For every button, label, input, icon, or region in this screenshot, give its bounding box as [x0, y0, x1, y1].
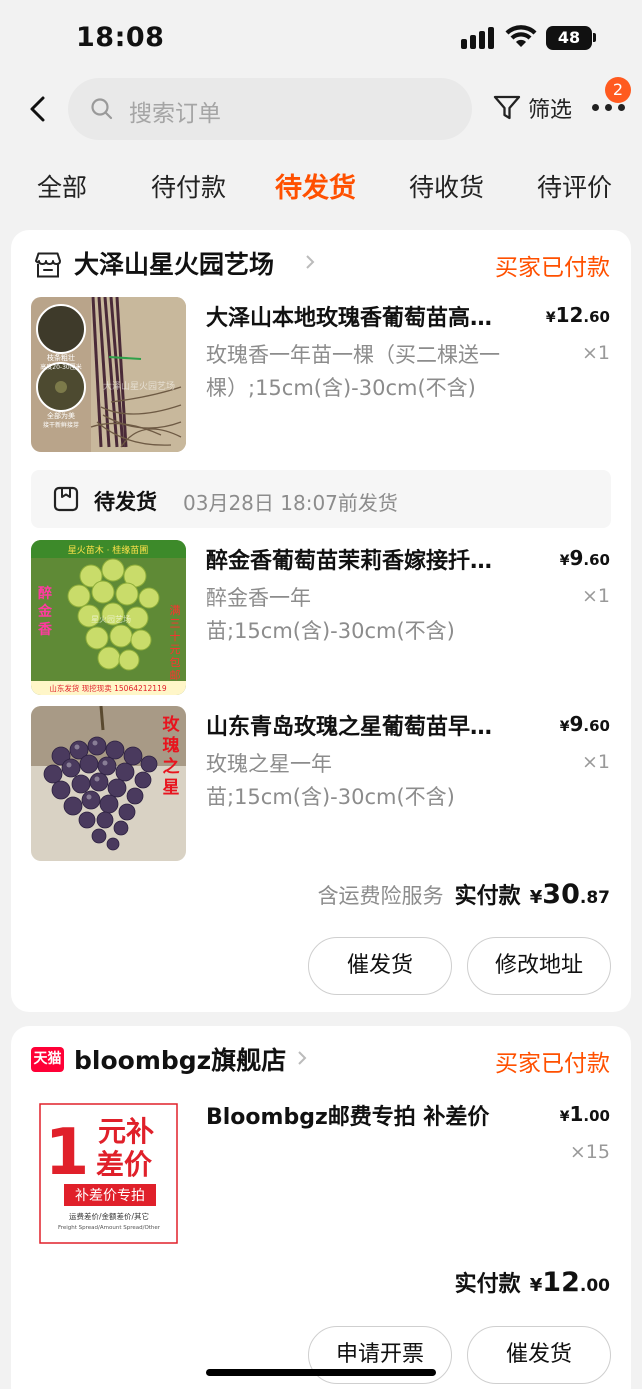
shipping-deadline: 03月28日 18:07前发货: [183, 491, 398, 515]
thumb-watermark: 大泽山星火园艺场: [103, 380, 175, 392]
thumb-label: 醉: [38, 585, 52, 602]
urge-shipment-button[interactable]: 催发货: [308, 937, 452, 995]
tab-pending-receipt[interactable]: 待收货: [409, 168, 484, 204]
tab-pending-review[interactable]: 待评价: [537, 168, 612, 204]
thumb-label: 运费差价/金额差价/其它: [69, 1211, 149, 1221]
thumb-label: 香: [37, 621, 53, 638]
top-bar: 搜索订单 筛选: [0, 76, 642, 142]
tab-all[interactable]: 全部: [37, 168, 87, 204]
thumb-label: 玫: [163, 714, 181, 735]
change-address-button[interactable]: 修改地址: [467, 937, 611, 995]
order-item[interactable]: 玫 瑰 之 星 山东青岛玫瑰之星葡萄苗早… 玫瑰之星一年苗;15cm(含)-30…: [11, 706, 631, 864]
order-status: 买家已付款: [495, 1051, 610, 1077]
product-image: 1 元补 差价 补差价专拍 运费差价/金额差价/其它 Freight Sprea…: [31, 1096, 186, 1251]
shop-name[interactable]: bloombgz旗舰店: [74, 1041, 286, 1077]
thumb-label: 满: [170, 604, 181, 617]
thumb-label: 全部为美: [47, 411, 75, 420]
product-quantity: ×1: [581, 585, 610, 607]
back-arrow-icon[interactable]: [24, 94, 52, 124]
thumb-label: 金: [37, 603, 53, 620]
store-icon: [35, 252, 61, 278]
chevron-right-icon: [298, 1051, 307, 1065]
order-card[interactable]: 天猫 bloombgz旗舰店 买家已付款 1 元补 差价 补差价专拍 运费差价/…: [11, 1026, 631, 1389]
chevron-right-icon: [306, 255, 315, 269]
order-tabs: 全部 待付款 待发货 待收货 待评价: [0, 160, 642, 210]
search-icon: [91, 98, 113, 120]
product-price: ¥9.60: [559, 712, 610, 736]
tab-pending-shipment[interactable]: 待发货: [275, 166, 356, 205]
thumb-label: 之: [163, 756, 180, 777]
product-title[interactable]: Bloombgz邮费专拍 补差价: [206, 1099, 534, 1131]
tmall-badge: 天猫: [31, 1047, 64, 1072]
product-price: ¥9.60: [559, 546, 610, 570]
search-input[interactable]: 搜索订单: [68, 78, 472, 140]
filter-icon: [493, 95, 521, 120]
thumb-big-number: 1: [45, 1116, 90, 1190]
product-quantity: ×15: [569, 1141, 610, 1163]
thumb-label: 接干新鲜接芽: [43, 421, 79, 429]
thumb-band: 补差价专拍: [75, 1188, 145, 1204]
total-label: 实付款: [454, 1272, 521, 1297]
thumb-label: 高度20-30厘米: [40, 363, 81, 371]
thumb-footer: 山东发货 现挖现卖 15064212119: [49, 683, 166, 693]
order-card[interactable]: 大泽山星火园艺场 买家已付款 枝条粗壮 高度20-30厘米 全部为美 接干新鲜接…: [11, 230, 631, 1012]
notification-badge: 2: [605, 77, 631, 103]
thumb-label: 星: [163, 778, 180, 798]
thumb-label: 邮: [170, 669, 181, 682]
product-image: 玫 瑰 之 星: [31, 706, 186, 861]
product-spec: 醉金香一年苗;15cm(含)-30cm(不含): [206, 586, 455, 643]
product-title[interactable]: 大泽山本地玫瑰香葡萄苗高…: [206, 300, 534, 332]
product-title[interactable]: 醉金香葡萄苗茉莉香嫁接扦…: [206, 543, 534, 575]
package-icon: [53, 486, 79, 512]
thumb-banner: 星火苗木 · 桂缘苗圃: [68, 544, 149, 556]
filter-label: 筛选: [528, 98, 573, 123]
order-status: 买家已付款: [495, 255, 610, 281]
cellular-signal-icon: [461, 27, 495, 49]
product-spec: 玫瑰之星一年苗;15cm(含)-30cm(不含): [206, 752, 455, 809]
order-item[interactable]: 枝条粗壮 高度20-30厘米 全部为美 接干新鲜接芽 大泽山星火园艺场 大泽山本…: [11, 297, 631, 455]
shipping-status: 待发货: [94, 490, 157, 514]
status-bar: 18:08 48: [0, 0, 642, 76]
product-price: ¥1.00: [559, 1102, 610, 1126]
battery-indicator: 48: [546, 26, 592, 50]
home-indicator[interactable]: [206, 1369, 436, 1376]
filter-button[interactable]: 筛选: [492, 90, 584, 126]
total-label: 实付款: [454, 884, 521, 909]
thumb-label: Freight Spread/Amount Spread/Other: [58, 1225, 161, 1231]
product-price: ¥12.60: [545, 303, 610, 327]
shipping-insurance-note: 含运费险服务: [317, 884, 444, 908]
thumb-label: 瑰: [163, 735, 180, 756]
product-image: 星火苗木 · 桂缘苗圃 醉 金 香 满 三 十 元 包 邮 星火园艺场 山东发货…: [31, 540, 186, 695]
shop-name[interactable]: 大泽山星火园艺场: [74, 245, 274, 281]
order-item[interactable]: 星火苗木 · 桂缘苗圃 醉 金 香 满 三 十 元 包 邮 星火园艺场 山东发货…: [11, 540, 631, 698]
thumb-label: 差价: [96, 1148, 153, 1181]
order-item[interactable]: 1 元补 差价 补差价专拍 运费差价/金额差价/其它 Freight Sprea…: [11, 1096, 631, 1254]
thumb-label: 包: [170, 656, 181, 669]
urge-shipment-button[interactable]: 催发货: [467, 1326, 611, 1384]
product-quantity: ×1: [581, 751, 610, 773]
thumb-watermark: 星火园艺场: [91, 615, 131, 624]
tab-pending-payment[interactable]: 待付款: [151, 168, 226, 204]
thumb-label: 十: [170, 629, 181, 643]
wifi-icon: [505, 25, 537, 47]
order-total: 含运费险服务 实付款 ¥30.87: [317, 879, 610, 910]
shipping-banner[interactable]: 待发货 03月28日 18:07前发货: [31, 470, 611, 528]
product-spec: 玫瑰香一年苗一棵（买二棵送一棵）;15cm(含)-30cm(不含): [206, 343, 500, 400]
product-image: 枝条粗壮 高度20-30厘米 全部为美 接干新鲜接芽 大泽山星火园艺场: [31, 297, 186, 452]
search-placeholder: 搜索订单: [129, 101, 221, 127]
order-total: 实付款 ¥12.00: [454, 1267, 610, 1298]
thumb-label: 三: [170, 617, 181, 630]
clock: 18:08: [76, 22, 165, 53]
product-title[interactable]: 山东青岛玫瑰之星葡萄苗早…: [206, 709, 534, 741]
thumb-label: 元: [170, 643, 181, 656]
thumb-label: 枝条粗壮: [47, 353, 75, 362]
product-quantity: ×1: [581, 342, 610, 364]
thumb-label: 元补: [98, 1115, 154, 1148]
